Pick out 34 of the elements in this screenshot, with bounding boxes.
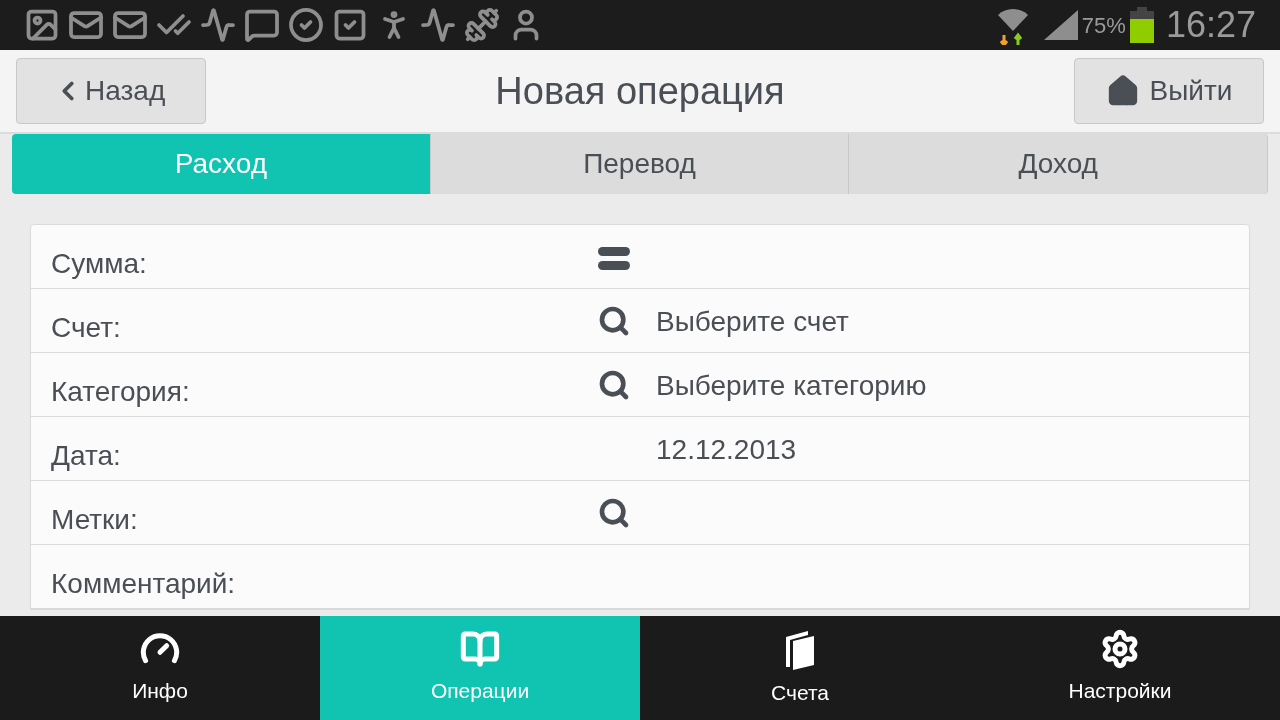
field-label: Счет:: [50, 311, 122, 345]
chat-icon: [244, 7, 280, 43]
form-row[interactable]: Комментарий:: [31, 545, 1249, 609]
dumbbell-icon: [464, 7, 500, 43]
form-row[interactable]: Счет: Выберите счет: [31, 289, 1249, 353]
form-row[interactable]: Метки:: [31, 481, 1249, 545]
field-label: Метки:: [50, 503, 139, 537]
settings-icon: [1100, 629, 1140, 670]
search-icon: [597, 305, 630, 337]
search-icon: [597, 369, 630, 401]
back-button[interactable]: Назад: [16, 58, 206, 124]
page-title: Новая операция: [494, 68, 786, 114]
battery-icon: [1129, 7, 1154, 43]
field-label: Сумма:: [50, 247, 148, 281]
signal-icon: [1043, 10, 1078, 40]
image-icon: [24, 7, 60, 43]
check-square-icon: [332, 7, 368, 43]
field-value: Выберите счет: [656, 305, 849, 339]
equals-icon: [597, 247, 630, 271]
field-label: Комментарий:: [50, 567, 237, 601]
form-row[interactable]: Категория: Выберите категорию: [31, 353, 1249, 417]
clock: 16:27: [1165, 3, 1256, 47]
form-row[interactable]: Сумма:: [31, 225, 1249, 289]
check-circle-icon: [288, 7, 324, 43]
battery-percent: 75%: [1081, 11, 1126, 40]
tab[interactable]: Перевод: [430, 134, 850, 194]
field-label: Категория:: [50, 375, 191, 409]
field-label: Дата:: [50, 439, 122, 473]
exit-button[interactable]: Выйти: [1074, 58, 1264, 124]
field-value: 12.12.2013: [656, 433, 797, 467]
tab[interactable]: Доход: [849, 134, 1268, 194]
form-row[interactable]: Дата: 12.12.2013: [31, 417, 1249, 481]
search-icon: [597, 497, 630, 529]
field-value: Выберите категорию: [656, 369, 927, 403]
